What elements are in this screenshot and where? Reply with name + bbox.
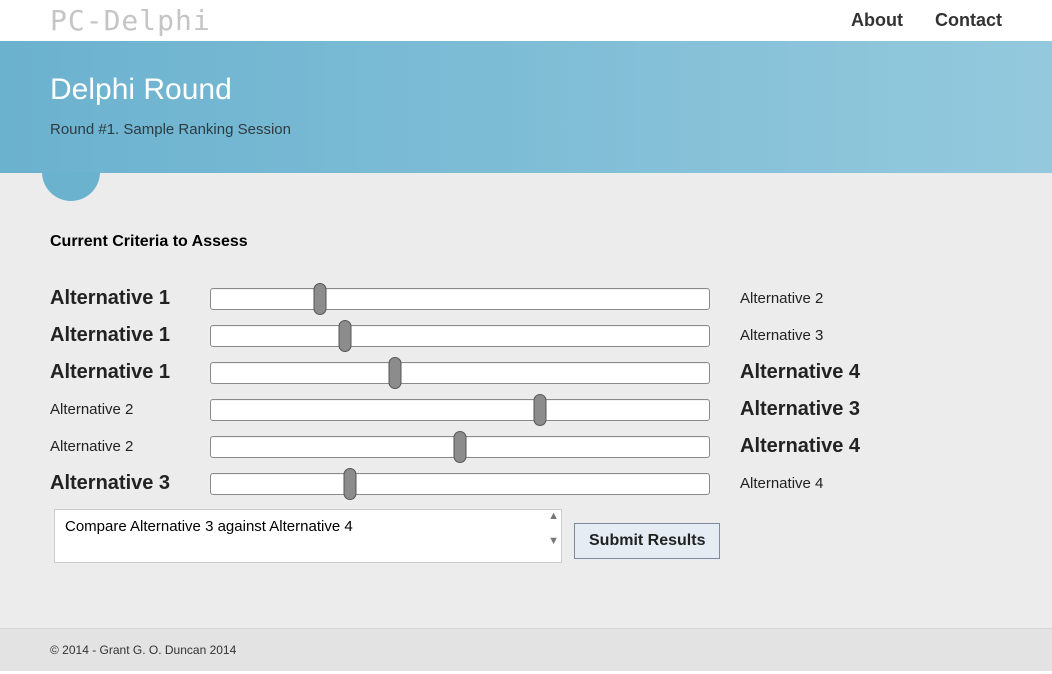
slider-thumb[interactable] bbox=[454, 431, 467, 463]
left-alternative-label: Alternative 2 bbox=[50, 438, 210, 455]
spinner-down-icon[interactable]: ▼ bbox=[548, 536, 559, 547]
comparison-slider[interactable] bbox=[210, 288, 710, 310]
slider-track bbox=[210, 325, 710, 347]
comparison-slider[interactable] bbox=[210, 436, 710, 458]
left-alternative-label: Alternative 1 bbox=[50, 324, 210, 347]
comparison-row: Alternative 1 Alternative 3 bbox=[50, 324, 1002, 347]
right-alternative-label: Alternative 4 bbox=[740, 475, 823, 492]
slider-track bbox=[210, 288, 710, 310]
comparison-row: Alternative 3 Alternative 4 bbox=[50, 472, 1002, 495]
page-title: Delphi Round bbox=[50, 73, 1002, 107]
comparison-row: Alternative 1 Alternative 2 bbox=[50, 287, 1002, 310]
left-alternative-label: Alternative 1 bbox=[50, 361, 210, 384]
slider-thumb[interactable] bbox=[534, 394, 547, 426]
comparison-slider[interactable] bbox=[210, 399, 710, 421]
comparison-slider[interactable] bbox=[210, 325, 710, 347]
slider-track bbox=[210, 362, 710, 384]
page-subtitle: Round #1. Sample Ranking Session bbox=[50, 121, 1002, 138]
right-alternative-label: Alternative 3 bbox=[740, 327, 823, 344]
comment-wrap: ▲ ▼ bbox=[54, 509, 562, 568]
slider-thumb[interactable] bbox=[389, 357, 402, 389]
left-alternative-label: Alternative 3 bbox=[50, 472, 210, 495]
left-alternative-label: Alternative 2 bbox=[50, 401, 210, 418]
comparison-row: Alternative 1 Alternative 4 bbox=[50, 361, 1002, 384]
right-alternative-label: Alternative 4 bbox=[740, 361, 860, 384]
nav-contact[interactable]: Contact bbox=[935, 10, 1002, 31]
left-alternative-label: Alternative 1 bbox=[50, 287, 210, 310]
slider-rows: Alternative 1Alternative 2Alternative 1A… bbox=[50, 287, 1002, 495]
comparison-slider[interactable] bbox=[210, 473, 710, 495]
slider-track bbox=[210, 399, 710, 421]
topbar: PC-Delphi About Contact bbox=[0, 0, 1052, 41]
top-nav: About Contact bbox=[851, 10, 1002, 31]
textarea-spinner: ▲ ▼ bbox=[548, 511, 559, 547]
right-alternative-label: Alternative 3 bbox=[740, 398, 860, 421]
slider-thumb[interactable] bbox=[339, 320, 352, 352]
banner: Delphi Round Round #1. Sample Ranking Se… bbox=[0, 41, 1052, 173]
right-alternative-label: Alternative 4 bbox=[740, 435, 860, 458]
spinner-up-icon[interactable]: ▲ bbox=[548, 511, 559, 522]
section-title: Current Criteria to Assess bbox=[50, 233, 1002, 251]
comparison-row: Alternative 2 Alternative 3 bbox=[50, 398, 1002, 421]
content: Current Criteria to Assess Alternative 1… bbox=[0, 173, 1052, 628]
bottom-row: ▲ ▼ Submit Results bbox=[50, 509, 1002, 568]
comment-textarea[interactable] bbox=[54, 509, 562, 563]
right-alternative-label: Alternative 2 bbox=[740, 290, 823, 307]
brand-logo[interactable]: PC-Delphi bbox=[50, 4, 211, 37]
footer: © 2014 - Grant G. O. Duncan 2014 bbox=[0, 628, 1052, 671]
submit-button[interactable]: Submit Results bbox=[574, 523, 720, 559]
slider-track bbox=[210, 473, 710, 495]
nav-about[interactable]: About bbox=[851, 10, 903, 31]
comparison-row: Alternative 2 Alternative 4 bbox=[50, 435, 1002, 458]
comparison-slider[interactable] bbox=[210, 362, 710, 384]
slider-thumb[interactable] bbox=[314, 283, 327, 315]
slider-thumb[interactable] bbox=[344, 468, 357, 500]
